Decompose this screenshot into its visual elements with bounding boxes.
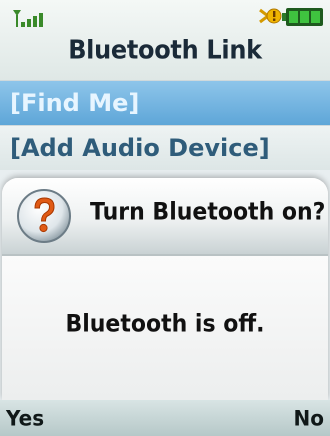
menu-list: [Find Me] [Add Audio Device] [0,80,330,170]
status-icons [258,6,324,28]
question-icon [17,189,71,243]
battery-icon [282,8,323,26]
dialog-message: Bluetooth is off. [65,311,265,338]
yes-softkey[interactable]: Yes [6,405,44,431]
title-bar: Bluetooth Link [0,0,330,80]
dialog-header: Turn Bluetooth on? [2,178,328,256]
phone-screen: Bluetooth Link [Find Me] [Add Audio Devi… [0,0,330,436]
screen-title: Bluetooth Link [68,34,262,66]
dialog-title: Turn Bluetooth on? [90,199,326,226]
menu-item-find-me[interactable]: [Find Me] [0,80,330,125]
softkey-bar: Yes No [0,400,330,436]
dialog-body: Bluetooth is off. [2,256,328,400]
menu-item-add-audio-device[interactable]: [Add Audio Device] [0,125,330,170]
signal-strength-icon [13,10,43,27]
confirm-dialog: Turn Bluetooth on? Bluetooth is off. [2,178,328,400]
bluetooth-alert-icon [259,8,282,24]
no-softkey[interactable]: No [294,405,324,431]
